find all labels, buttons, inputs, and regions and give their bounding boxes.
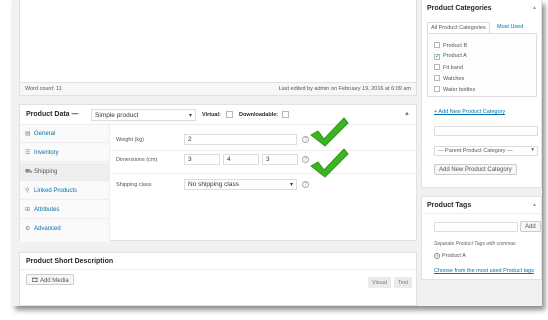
tab-advanced[interactable]: ⚙ Advanced (20, 220, 110, 238)
height-input[interactable]: 3 (262, 154, 298, 165)
tab-all-categories[interactable]: All Product Categories (427, 22, 490, 33)
link-icon: ⚲ (25, 188, 30, 194)
collapse-arrow-icon[interactable]: ▲ (404, 111, 410, 117)
tab-inventory[interactable]: ☰ Inventory (20, 144, 110, 162)
product-data-panel: Product Data — Simple product ▾ Virtual:… (19, 104, 417, 242)
length-input[interactable]: 3 (184, 154, 220, 165)
screenshot-frame: Word count: 11 Last edited by admin on F… (12, 0, 542, 306)
new-category-name-input[interactable] (434, 126, 538, 136)
weight-label: Weight (kg) (116, 137, 145, 143)
shipping-class-label: Shipping class (116, 182, 152, 188)
tags-title: Product Tags (427, 202, 472, 209)
checkbox-checked[interactable]: ✓ (434, 54, 440, 60)
chevron-down-icon: ▾ (289, 182, 293, 188)
chevron-down-icon: ▾ (188, 113, 192, 119)
product-data-tabs: ▤ General ☰ Inventory ⛟Shipping ⚲ Linked Pr… (20, 125, 110, 242)
checkbox[interactable] (434, 64, 440, 70)
collapse-arrow-icon[interactable]: ▲ (532, 202, 537, 208)
tab-visual[interactable]: Visual (368, 277, 391, 288)
product-type-select[interactable]: Simple product ▾ (91, 109, 196, 121)
tab-text[interactable]: Text (394, 277, 413, 288)
word-count: Word count: 11 (25, 86, 62, 92)
tab-general[interactable]: ▤ General (20, 125, 110, 143)
tab-linked-products[interactable]: ⚲ Linked Products (20, 182, 110, 200)
checkbox[interactable] (434, 42, 440, 48)
collapse-arrow-icon[interactable]: ▲ (532, 5, 537, 11)
help-icon[interactable]: ? (302, 181, 309, 188)
category-checklist: Product B ✓ Product A Fit band Watches Wa… (427, 33, 537, 97)
inventory-icon: ☰ (25, 150, 31, 156)
tag-item: × Product A (434, 253, 466, 259)
product-type-value: Simple product (95, 112, 139, 119)
gear-icon: ⚙ (25, 226, 31, 232)
green-checkmark-icon (310, 117, 349, 147)
product-data-header: Product Data — Simple product ▾ Virtual:… (20, 105, 416, 125)
add-new-category-button[interactable]: Add New Product Category (434, 164, 517, 175)
width-input[interactable]: 4 (223, 154, 259, 165)
add-new-category-link[interactable]: + Add New Product Category (434, 109, 505, 115)
short-description-panel: Product Short Description 🎞 Add Media Vi… (19, 252, 417, 306)
add-media-button[interactable]: 🎞 Add Media (26, 274, 74, 285)
tag-input[interactable] (434, 222, 518, 232)
tab-most-used[interactable]: Most Used (494, 22, 526, 33)
last-edited-info: Last edited by admin on February 19, 201… (278, 86, 411, 92)
product-tags-panel: Product Tags ▲ Add Separate Product Tags… (421, 196, 542, 280)
truck-icon: ⛟ (25, 169, 33, 175)
checkbox[interactable] (434, 75, 440, 81)
category-item[interactable]: ✓ Product A (434, 53, 467, 60)
add-tag-button[interactable]: Add (520, 221, 541, 232)
remove-tag-icon[interactable]: × (434, 253, 440, 259)
weight-input[interactable]: 2 (184, 134, 297, 145)
choose-most-used-tags-link[interactable]: Choose from the most used Product tags (434, 268, 534, 274)
category-item[interactable]: Product B (434, 42, 467, 49)
post-editor-area[interactable] (19, 0, 417, 94)
downloadable-label: Downloadable: (239, 112, 279, 118)
divider (110, 173, 417, 174)
tab-attributes[interactable]: ⊞ Attributes (20, 201, 110, 219)
shipping-class-select[interactable]: No shipping class ▾ (184, 179, 297, 190)
downloadable-checkbox[interactable] (282, 111, 289, 118)
media-icon: 🎞 (31, 278, 39, 284)
virtual-checkbox[interactable] (226, 111, 233, 118)
divider (20, 269, 416, 270)
categories-title: Product Categories (427, 5, 492, 12)
category-item[interactable]: Watches (434, 75, 464, 82)
parent-category-select[interactable]: — Parent Product Category — ▾ (434, 146, 538, 156)
dimensions-label: Dimensions (cm) (116, 157, 158, 163)
attributes-icon: ⊞ (25, 207, 31, 213)
divider (110, 150, 417, 151)
product-categories-panel: Product Categories ▲ All Product Categor… (421, 0, 542, 188)
general-icon: ▤ (25, 131, 31, 137)
virtual-label: Virtual: (202, 112, 221, 118)
tag-separator-note: Separate Product Tags with commas (434, 241, 516, 247)
editor-status-bar: Word count: 11 Last edited by admin on F… (19, 82, 417, 96)
checkbox[interactable] (434, 86, 440, 92)
short-description-title: Product Short Description (26, 258, 114, 265)
green-checkmark-icon (310, 148, 349, 178)
category-item[interactable]: Fit band (434, 64, 463, 71)
divider (422, 213, 541, 214)
tab-shipping[interactable]: ⛟Shipping (20, 163, 110, 181)
category-item[interactable]: Water bottles (434, 86, 475, 93)
chevron-down-icon: ▾ (531, 147, 534, 153)
product-data-title: Product Data — (26, 111, 79, 118)
